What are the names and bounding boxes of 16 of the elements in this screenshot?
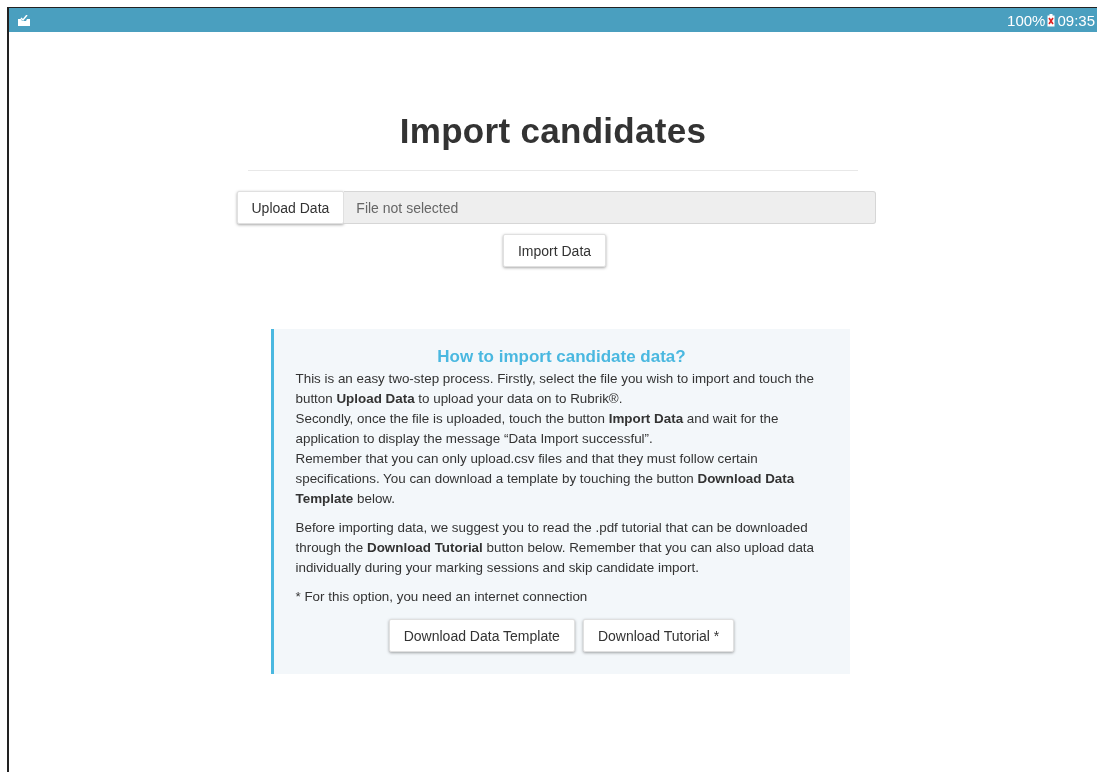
- page-title: Import candidates: [399, 111, 707, 151]
- upload-data-button[interactable]: Upload Data: [236, 191, 345, 224]
- battery-percent: 100%: [1007, 11, 1046, 29]
- download-button[interactable]: Download Tutorial *: [582, 619, 735, 652]
- help-text: This is an easy two-step process. Firstly, select the file you wish to import and touch the button Upload Data to upload your data on to Rubrik®.: [295, 370, 815, 408]
- help-text: Secondly, once the file is uploaded, touch the button Import Data and wait for the application to display the message “Data Import successful”.: [295, 410, 780, 448]
- notification-icon: [18, 14, 30, 26]
- help-text: Remember that you can only upload.csv files and that they must follow certain specifications. You can download a template by touching the button Download Data Template below.: [295, 450, 796, 508]
- file-name-field[interactable]: File not selected: [344, 191, 876, 224]
- import-data-button[interactable]: Import Data: [502, 234, 607, 267]
- download-button[interactable]: Download Data Template: [388, 619, 575, 652]
- help-text: * For this option, you need an internet connection: [295, 588, 589, 606]
- clock-time: 09:35: [1057, 11, 1095, 29]
- help-text: Before importing data, we suggest you to read the .pdf tutorial that can be downloaded through the Download Tutorial button below. Remember that you can also upload data individually during your marking sessions and skip candidate import.: [295, 519, 816, 577]
- battery-icon: [1047, 13, 1056, 27]
- help-title: How to import candidate data?: [436, 347, 687, 367]
